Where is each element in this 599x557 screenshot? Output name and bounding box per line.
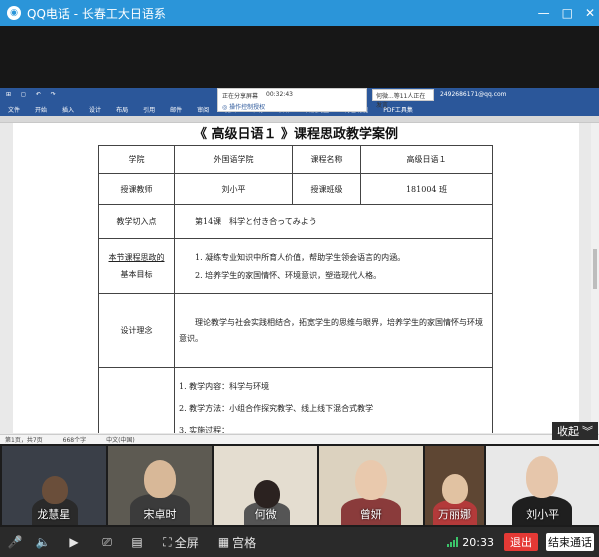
exit-button[interactable]: 退出: [504, 533, 538, 551]
title-bar: ◉ QQ电话 - 长春工大日语系 — □ ✕: [0, 0, 599, 26]
ribbon-tab[interactable]: 邮件: [170, 105, 182, 114]
ribbon-tab[interactable]: 文件: [8, 105, 20, 114]
design-value: 理论教学与社会实践相结合，拓宽学生的思维与眼界，培养学生的家国情怀与环境意识。: [174, 293, 493, 368]
microphone-icon[interactable]: 🎤: [0, 527, 30, 557]
quick-access-toolbar: ⊞ ◻ ↶ ↷: [6, 91, 60, 98]
speaker-icon[interactable]: 🔈: [30, 527, 56, 557]
control-authorize-link[interactable]: ◎ 操作控制授权: [222, 102, 362, 111]
course-label: 课程名称: [292, 145, 361, 174]
class-label: 授课班级: [292, 173, 361, 205]
screen-share-bar[interactable]: 正在分享屏幕 00:32:43 ◎ 操作控制授权: [217, 88, 367, 112]
participant-tile[interactable]: 曾妍: [318, 446, 423, 525]
process-label: [98, 367, 175, 433]
participant-name: 宋卓时: [143, 508, 177, 521]
call-toolbar: 🎤 🔈 ▶ ⎚ ▤ ⛶ 全屏 ▦ 宫格 20:33 退出 结束通话: [0, 527, 599, 557]
participant-tile[interactable]: 何微: [214, 446, 317, 525]
class-value: 181004 班: [360, 173, 493, 205]
ribbon-tab[interactable]: 插入: [62, 105, 74, 114]
share-timer: 00:32:43: [266, 91, 293, 98]
objective-label-line-2: 基本目标: [120, 270, 153, 279]
design-label: 设计理念: [98, 293, 175, 368]
entry-value: 第14课 科学と付き合ってみよう: [174, 204, 493, 239]
collapse-label: 收起: [557, 425, 579, 438]
objective-label-line-1: 本节课程思政的: [108, 253, 165, 262]
content-item: 1. 教学内容：科学与环境: [179, 382, 270, 391]
participant-name: 万丽娜: [437, 508, 471, 521]
ribbon-tab[interactable]: 布局: [116, 105, 128, 114]
objective-item: 1. 凝练专业知识中所育人价值，帮助学生领会语言的内涵。: [195, 252, 406, 262]
ribbon-tab[interactable]: 开始: [35, 105, 47, 114]
shared-screen: ⊞ ◻ ↶ ↷ 正在分享屏幕 00:32:43 ◎ 操作控制授权 何微...等1…: [0, 88, 599, 444]
participant-tile[interactable]: 宋卓时: [107, 446, 213, 525]
teacher-value: 刘小平: [174, 173, 293, 205]
participant-video: [441, 474, 468, 504]
ribbon-tab[interactable]: 审阅: [197, 105, 209, 114]
chevron-double-down-icon: ︾: [582, 425, 593, 438]
maximize-button[interactable]: □: [562, 6, 573, 20]
ribbon-tab[interactable]: 引用: [143, 105, 155, 114]
participant-name: 何微: [254, 508, 277, 521]
ribbon-tab[interactable]: 设计: [89, 105, 101, 114]
share-status: 正在分享屏幕: [222, 93, 259, 100]
camera-icon[interactable]: ▶: [56, 527, 92, 557]
window-title: QQ电话 - 长春工大日语系: [27, 6, 166, 21]
vertical-scrollbar[interactable]: [591, 123, 599, 433]
teacher-label: 授课教师: [98, 173, 175, 205]
content-cell: 1. 教学内容：科学与环境 2. 教学方法：小组合作探究教学、线上线下混合式教学…: [174, 367, 493, 433]
content-item: 3. 实施过程：: [179, 426, 230, 433]
course-value: 高级日语１: [360, 145, 493, 174]
participant-name: 龙慧星: [37, 508, 71, 521]
document-title: 《 高级日语１ 》课程思政教学案例: [193, 127, 399, 142]
participant-video: [143, 460, 176, 498]
fullscreen-icon: ⛶: [163, 534, 172, 549]
participant-tile[interactable]: 刘小平: [486, 446, 599, 525]
page-count: 第1页，共7页: [5, 437, 43, 444]
case-table: 学院 外国语学院 课程名称 高级日语１ 授课教师 刘小平 授课班级 181004…: [98, 145, 493, 433]
college-value: 外国语学院: [174, 145, 293, 174]
grid-icon: ▦: [217, 535, 230, 549]
participant-tile[interactable]: 龙慧星: [2, 446, 106, 525]
objective-label: 本节课程思政的 基本目标: [98, 238, 175, 294]
participant-video: [42, 476, 68, 504]
account-email: 2492686171@qq.com: [440, 91, 507, 98]
word-status-bar: 第1页，共7页 668个字 中文(中国): [0, 434, 599, 444]
participant-strip: 龙慧星 宋卓时 何微 曾妍 万丽娜 刘小平: [0, 444, 599, 527]
word-title-bar: ⊞ ◻ ↶ ↷ 正在分享屏幕 00:32:43 ◎ 操作控制授权 何微...等1…: [0, 88, 599, 112]
video-margin: [0, 26, 599, 88]
document-area: 《 高级日语１ 》课程思政教学案例 学院 外国语学院 课程名称 高级日语１ 授课…: [0, 123, 599, 433]
participant-name: 刘小平: [526, 508, 560, 521]
screen-share-icon[interactable]: ⎚: [92, 527, 122, 557]
close-button[interactable]: ✕: [585, 6, 595, 20]
objective-item: 2. 培养学生的家国情怀、环境意识，塑造现代人格。: [195, 270, 382, 280]
qq-call-icon: ◉: [7, 6, 21, 20]
college-label: 学院: [98, 145, 175, 174]
document-page: 《 高级日语１ 》课程思政教学案例 学院 外国语学院 课程名称 高级日语１ 授课…: [13, 123, 579, 433]
participant-tile[interactable]: 万丽娜: [424, 446, 485, 525]
speaker-indicator: 何微...等11人正在发言: [372, 89, 434, 109]
content-item: 2. 教学方法：小组合作探究教学、线上线下混合式教学: [179, 404, 374, 413]
grid-view-button[interactable]: ▦ 宫格: [210, 527, 264, 557]
word-count: 668个字: [62, 437, 87, 444]
end-call-button[interactable]: 结束通话: [546, 533, 594, 551]
fullscreen-button[interactable]: ⛶ 全屏: [152, 527, 210, 557]
signal-icon: [447, 537, 459, 547]
call-timer: 20:33: [462, 535, 494, 549]
participant-video: [254, 480, 281, 508]
language-status: 中文(中国): [106, 437, 135, 444]
presentation-icon[interactable]: ▤: [122, 527, 152, 557]
objectives-cell: 1. 凝练专业知识中所育人价值，帮助学生领会语言的内涵。 2. 培养学生的家国情…: [174, 238, 493, 294]
collapse-button[interactable]: 收起 ︾: [552, 422, 598, 440]
grid-label: 宫格: [232, 535, 257, 550]
entry-label: 教学切入点: [98, 204, 175, 239]
fullscreen-label: 全屏: [174, 535, 199, 550]
participant-name: 曾妍: [359, 508, 382, 521]
participant-video: [526, 456, 559, 498]
participant-video: [354, 460, 387, 500]
minimize-button[interactable]: —: [538, 6, 550, 20]
scrollbar-thumb[interactable]: [593, 249, 597, 289]
ruler: [0, 116, 599, 123]
